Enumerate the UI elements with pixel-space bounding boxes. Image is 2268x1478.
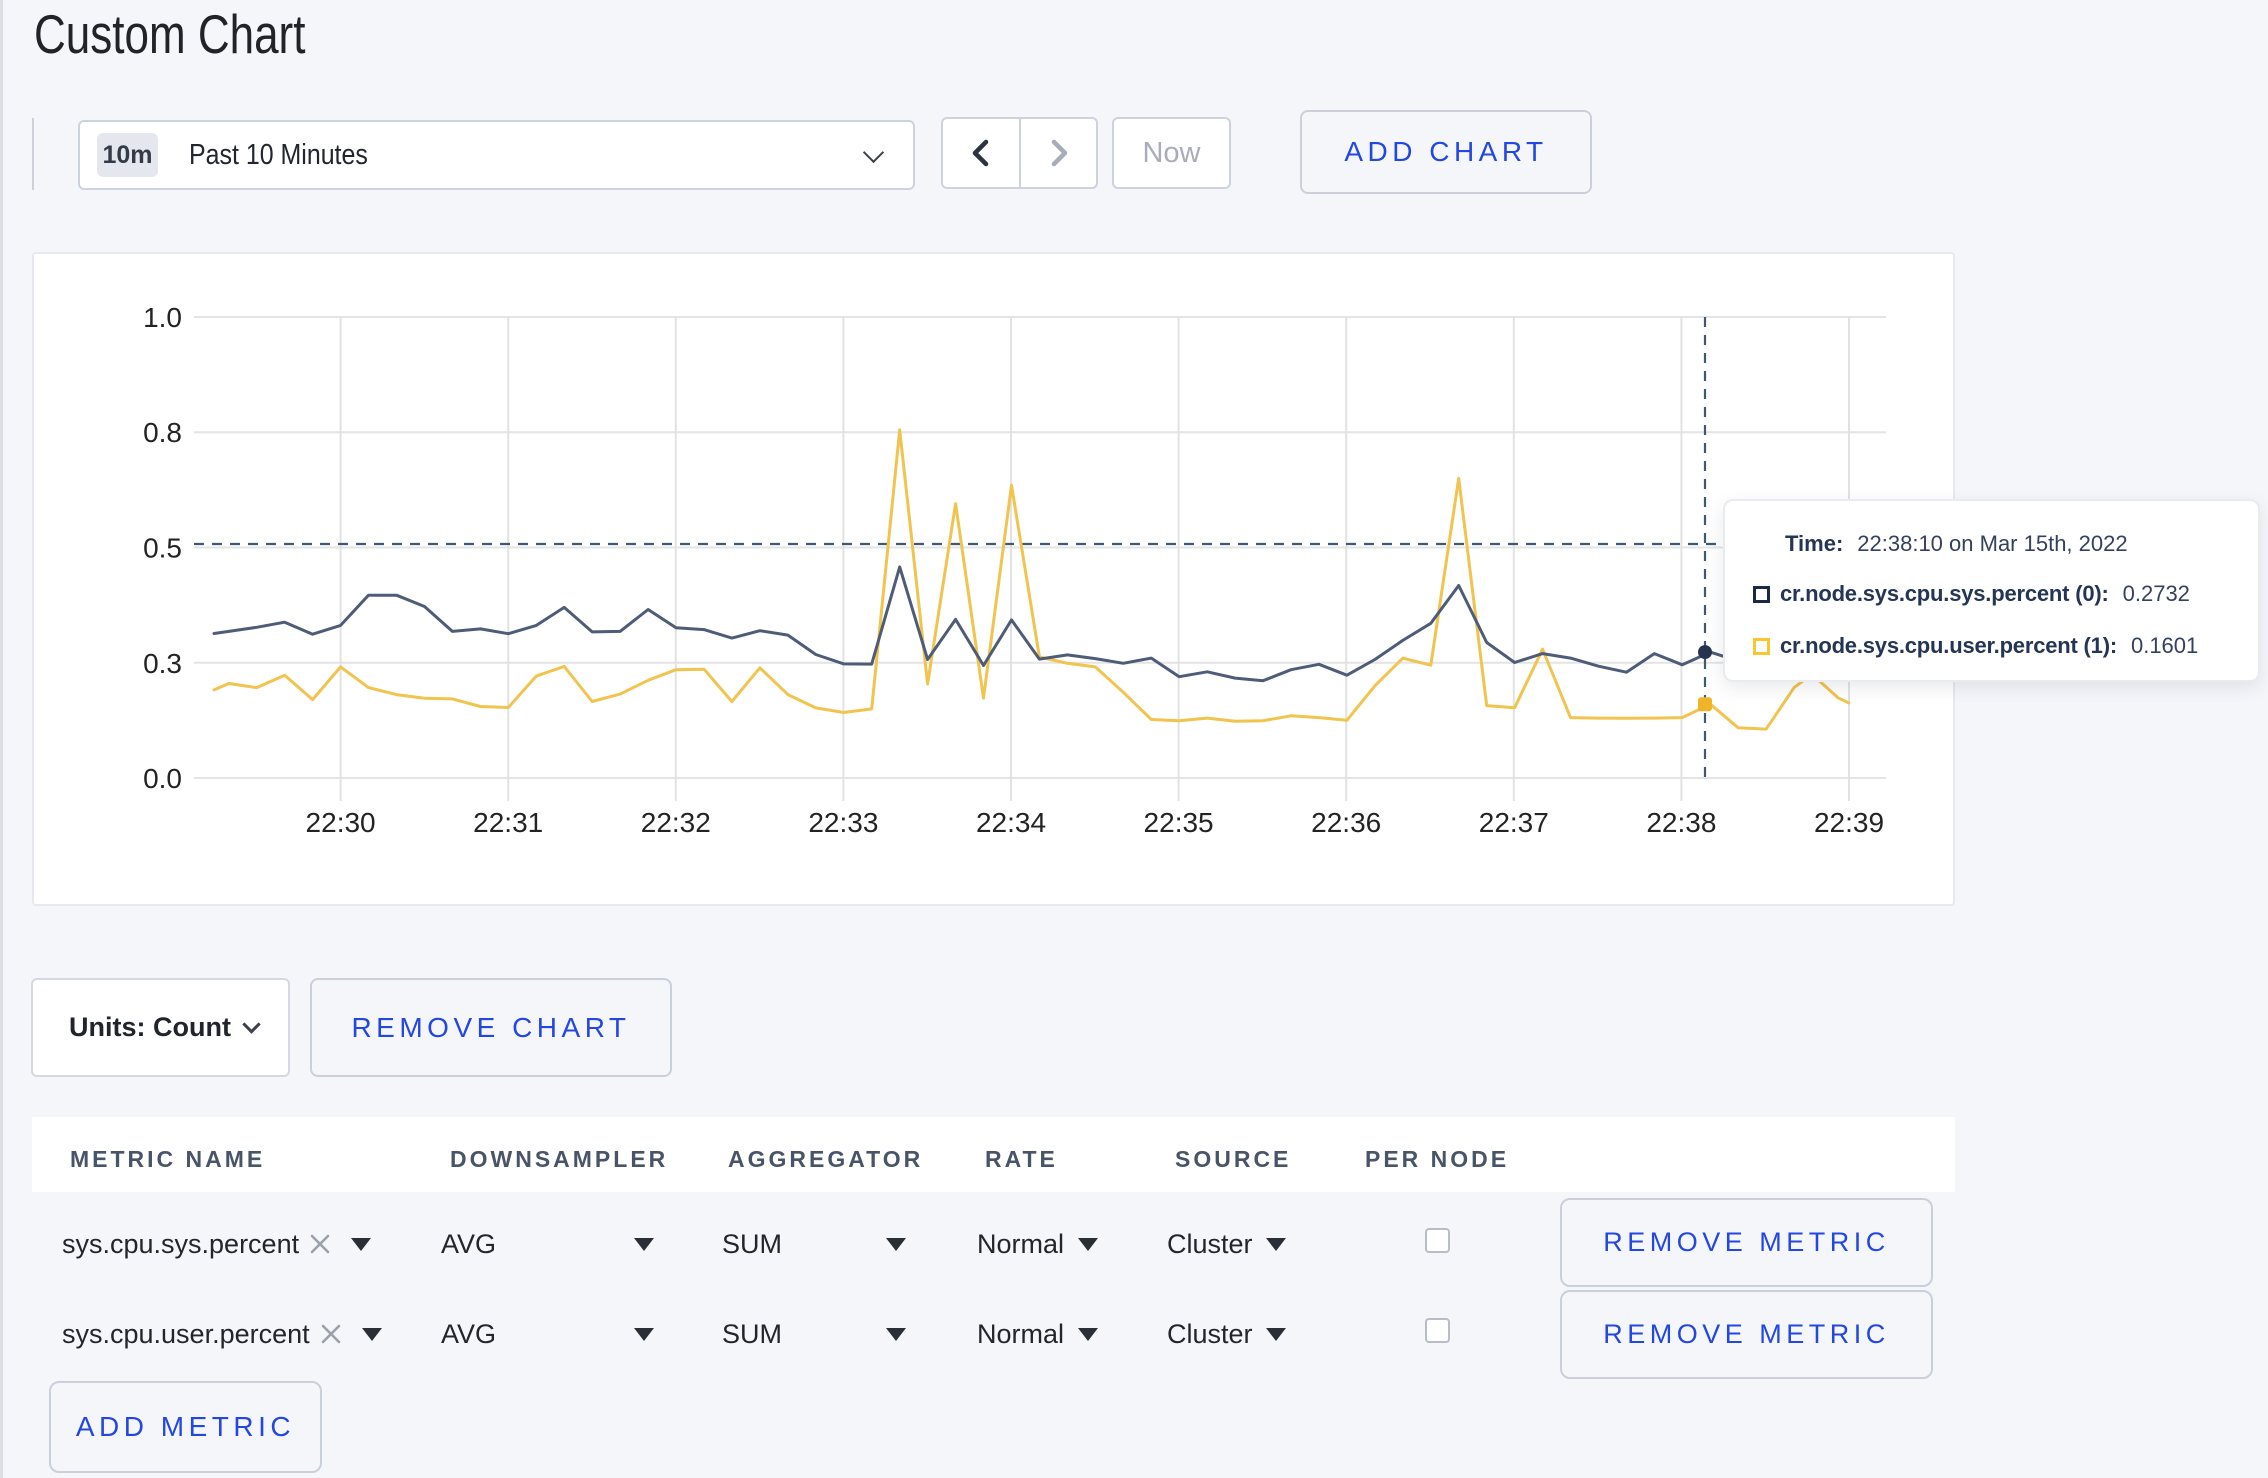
svg-text:22:33: 22:33 [808,807,878,838]
svg-text:0.5: 0.5 [143,533,182,564]
svg-text:22:35: 22:35 [1144,807,1214,838]
svg-text:0.3: 0.3 [143,648,182,679]
svg-text:22:38: 22:38 [1646,807,1716,838]
svg-text:1.0: 1.0 [143,302,182,333]
svg-text:22:36: 22:36 [1311,807,1381,838]
svg-text:22:34: 22:34 [976,807,1046,838]
svg-text:22:32: 22:32 [641,807,711,838]
svg-text:22:39: 22:39 [1814,807,1884,838]
svg-text:22:30: 22:30 [306,807,376,838]
svg-text:22:31: 22:31 [473,807,543,838]
svg-text:0.8: 0.8 [143,417,182,448]
svg-text:22:37: 22:37 [1479,807,1549,838]
svg-text:0.0: 0.0 [143,763,182,794]
